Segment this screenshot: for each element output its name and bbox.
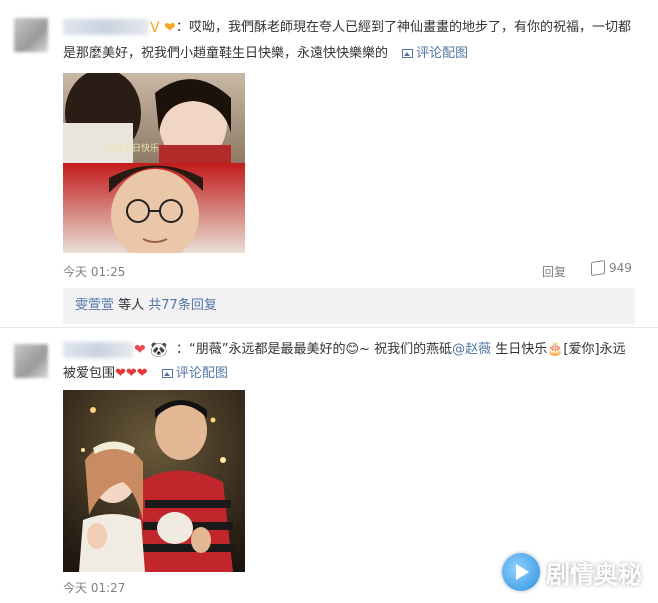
comment-text-line2-content: 被爱包围 [63,366,116,381]
comment-1: V ❤ ：哎呦，我們酥老師現在夸人已經到了神仙畫畫的地步了，有你的祝福，一切都 … [0,0,658,324]
reply-button[interactable]: 回复 [542,263,566,280]
image-icon [161,369,173,378]
comment-text-line2-content: 是那麼美好，祝我們小趙童鞋生日快樂，永遠快快樂樂的 [63,46,389,61]
sub-reply-text: 等人 [114,298,149,313]
image-icon [402,49,414,58]
pic-link-label: 评论配图 [416,46,469,61]
hearts-emoji-icon: ❤❤❤ [115,366,148,381]
comment-text-line2: 被爱包围❤❤❤ 评论配图 [63,362,228,386]
sub-replies-summary[interactable]: 雯萱萱 等人 共77条回复 [63,288,635,324]
like-button[interactable]: 949 [591,260,632,276]
comment-text-line2: 是那麼美好，祝我們小趙童鞋生日快樂，永遠快快樂樂的 评论配图 [63,42,468,66]
comment-text: ：哎呦，我們酥老師現在夸人已經到了神仙畫畫的地步了，有你的祝福，一切都 [176,16,631,40]
divider [0,327,658,328]
avatar[interactable] [14,18,48,52]
view-all-replies-link[interactable]: 共77条回复 [148,298,217,313]
photo-caption: 赵薇生日快乐 [105,142,159,154]
comment-text-a: ：“朋薇”永远都是最最美好的 [176,342,346,357]
comment-image[interactable]: 赵薇生日快乐 [63,73,245,253]
mention-link[interactable]: @赵薇 [452,342,491,357]
cake-emoji-icon: 🎂 [547,342,564,357]
comment-text-d: [爱你]永远 [563,342,626,357]
comment-time: 今天 01:25 [63,265,126,279]
avatar[interactable] [14,344,48,378]
sub-reply-usernames[interactable]: 雯萱萱 [75,298,114,313]
user-badges: V ❤ [150,20,176,36]
username-blurred[interactable] [63,19,149,35]
pic-link-label: 评论配图 [175,366,228,381]
username-blurred[interactable] [63,342,133,358]
comment-text-line1: ：哎呦，我們酥老師現在夸人已經到了神仙畫畫的地步了，有你的祝福，一切都 [176,20,632,35]
user-badges: ❤ 🐼 [134,342,168,358]
watermark-text: 剧情奥秘 [546,560,642,589]
watermark: 剧情奥秘 [502,551,642,593]
view-comment-image-link[interactable]: 评论配图 [402,46,468,61]
comment-image[interactable] [63,390,245,572]
smile-emoji-icon: 😊 [345,342,360,357]
comment-text-b: ~ 祝我们的燕砥 [359,342,453,357]
comment-text-c: 生日快乐 [491,342,548,357]
like-count: 949 [609,261,632,275]
view-comment-image-link[interactable]: 评论配图 [161,366,228,381]
play-logo-icon [502,553,540,591]
thumbs-up-icon [591,260,605,276]
comment-text: ：“朋薇”永远都是最最美好的😊~ 祝我们的燕砥@赵薇 生日快乐🎂[爱你]永远 [176,338,626,362]
comment-time: 今天 01:27 [63,581,126,595]
